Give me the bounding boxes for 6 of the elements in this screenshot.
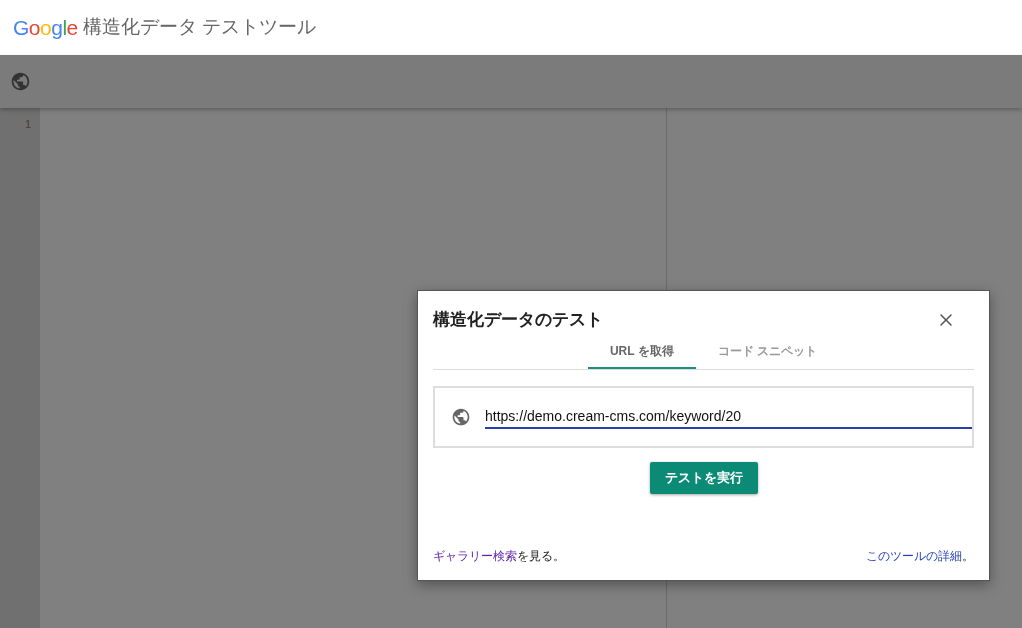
dialog-title: 構造化データのテスト	[433, 309, 603, 331]
google-logo: Google	[13, 17, 78, 38]
line-number: 1	[24, 117, 31, 132]
gallery-text: ギャラリー検索を見る。	[433, 548, 565, 565]
app-title: 構造化データ テストツール	[82, 15, 317, 40]
tool-details-text: このツールの詳細。	[866, 548, 974, 565]
